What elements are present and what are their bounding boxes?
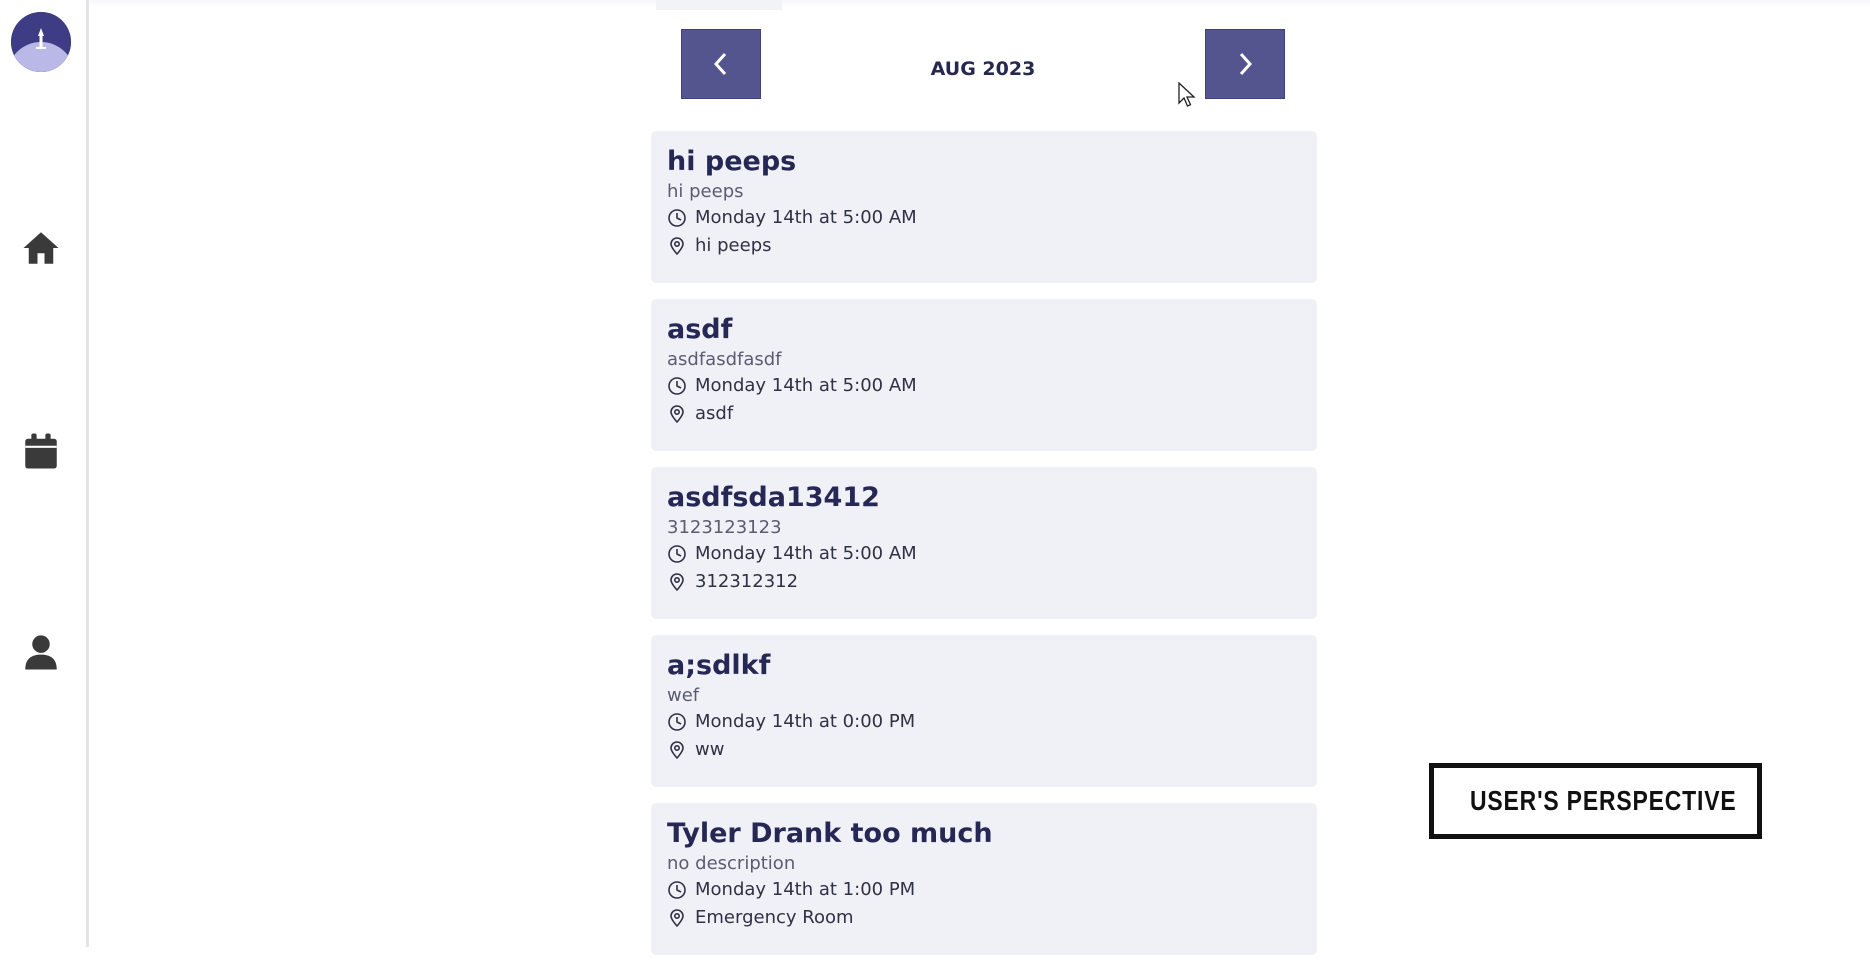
event-description: asdfasdfasdf — [667, 349, 782, 370]
users-perspective-badge: USER'S PERSPECTIVE — [1429, 763, 1762, 839]
event-title: hi peeps — [667, 146, 797, 177]
event-location: asdf — [695, 403, 734, 424]
event-location-row: asdf — [667, 400, 1301, 428]
event-list: hi peeps hi peeps Monday 14th at 5:00 AM… — [651, 131, 1317, 971]
event-description: 3123123123 — [667, 517, 782, 538]
event-location-row: ww — [667, 736, 1301, 764]
event-description: wef — [667, 685, 700, 706]
event-location: hi peeps — [695, 235, 772, 256]
event-time-row: Monday 14th at 5:00 AM — [667, 540, 1301, 568]
event-location-row: Emergency Room — [667, 904, 1301, 932]
event-title: asdfsda13412 — [667, 482, 880, 513]
event-location: 312312312 — [695, 571, 799, 592]
event-time: Monday 14th at 5:00 AM — [695, 543, 917, 564]
clock-icon — [668, 881, 686, 899]
home-icon[interactable] — [20, 227, 62, 269]
event-location-row: 312312312 — [667, 568, 1301, 596]
event-time-row: Monday 14th at 1:00 PM — [667, 876, 1301, 904]
avatar[interactable] — [11, 12, 71, 72]
event-location: ww — [695, 739, 725, 760]
map-pin-icon — [670, 741, 684, 760]
event-time-row: Monday 14th at 5:00 AM — [667, 372, 1301, 400]
clock-icon — [668, 377, 686, 395]
map-pin-icon — [670, 405, 684, 424]
event-card[interactable]: hi peeps hi peeps Monday 14th at 5:00 AM… — [651, 131, 1317, 283]
event-card[interactable]: a;sdlkf wef Monday 14th at 0:00 PM ww — [651, 635, 1317, 787]
map-pin-icon — [670, 237, 684, 256]
previous-month-button[interactable] — [681, 29, 761, 99]
sidebar — [0, 0, 89, 947]
event-description: hi peeps — [667, 181, 744, 202]
event-time: Monday 14th at 5:00 AM — [695, 207, 917, 228]
event-location: Emergency Room — [695, 907, 854, 928]
event-card[interactable]: Tyler Drank too much no description Mond… — [651, 803, 1317, 955]
mouse-cursor-icon — [1178, 82, 1196, 107]
event-time: Monday 14th at 1:00 PM — [695, 879, 916, 900]
user-icon[interactable] — [20, 631, 62, 673]
chevron-right-icon — [1239, 52, 1253, 76]
clock-icon — [668, 545, 686, 563]
event-time: Monday 14th at 5:00 AM — [695, 375, 917, 396]
event-description: no description — [667, 853, 796, 874]
users-perspective-label: USER'S PERSPECTIVE — [1470, 785, 1737, 816]
tab-indicator — [656, 0, 782, 10]
event-time: Monday 14th at 0:00 PM — [695, 711, 916, 732]
event-title: Tyler Drank too much — [667, 818, 993, 849]
event-card[interactable]: asdf asdfasdfasdf Monday 14th at 5:00 AM… — [651, 299, 1317, 451]
clock-icon — [668, 209, 686, 227]
chevron-left-icon — [713, 52, 727, 76]
tower-night-avatar-icon — [11, 12, 71, 72]
top-strip — [89, 0, 1870, 8]
next-month-button[interactable] — [1205, 29, 1285, 99]
event-title: asdf — [667, 314, 733, 345]
clock-icon — [668, 713, 686, 731]
event-card[interactable]: asdfsda13412 3123123123 Monday 14th at 5… — [651, 467, 1317, 619]
event-time-row: Monday 14th at 5:00 AM — [667, 204, 1301, 232]
calendar-icon[interactable] — [20, 430, 62, 472]
event-time-row: Monday 14th at 0:00 PM — [667, 708, 1301, 736]
event-title: a;sdlkf — [667, 650, 771, 681]
month-label: AUG 2023 — [930, 58, 1036, 80]
event-location-row: hi peeps — [667, 232, 1301, 260]
map-pin-icon — [670, 573, 684, 592]
map-pin-icon — [670, 909, 684, 928]
